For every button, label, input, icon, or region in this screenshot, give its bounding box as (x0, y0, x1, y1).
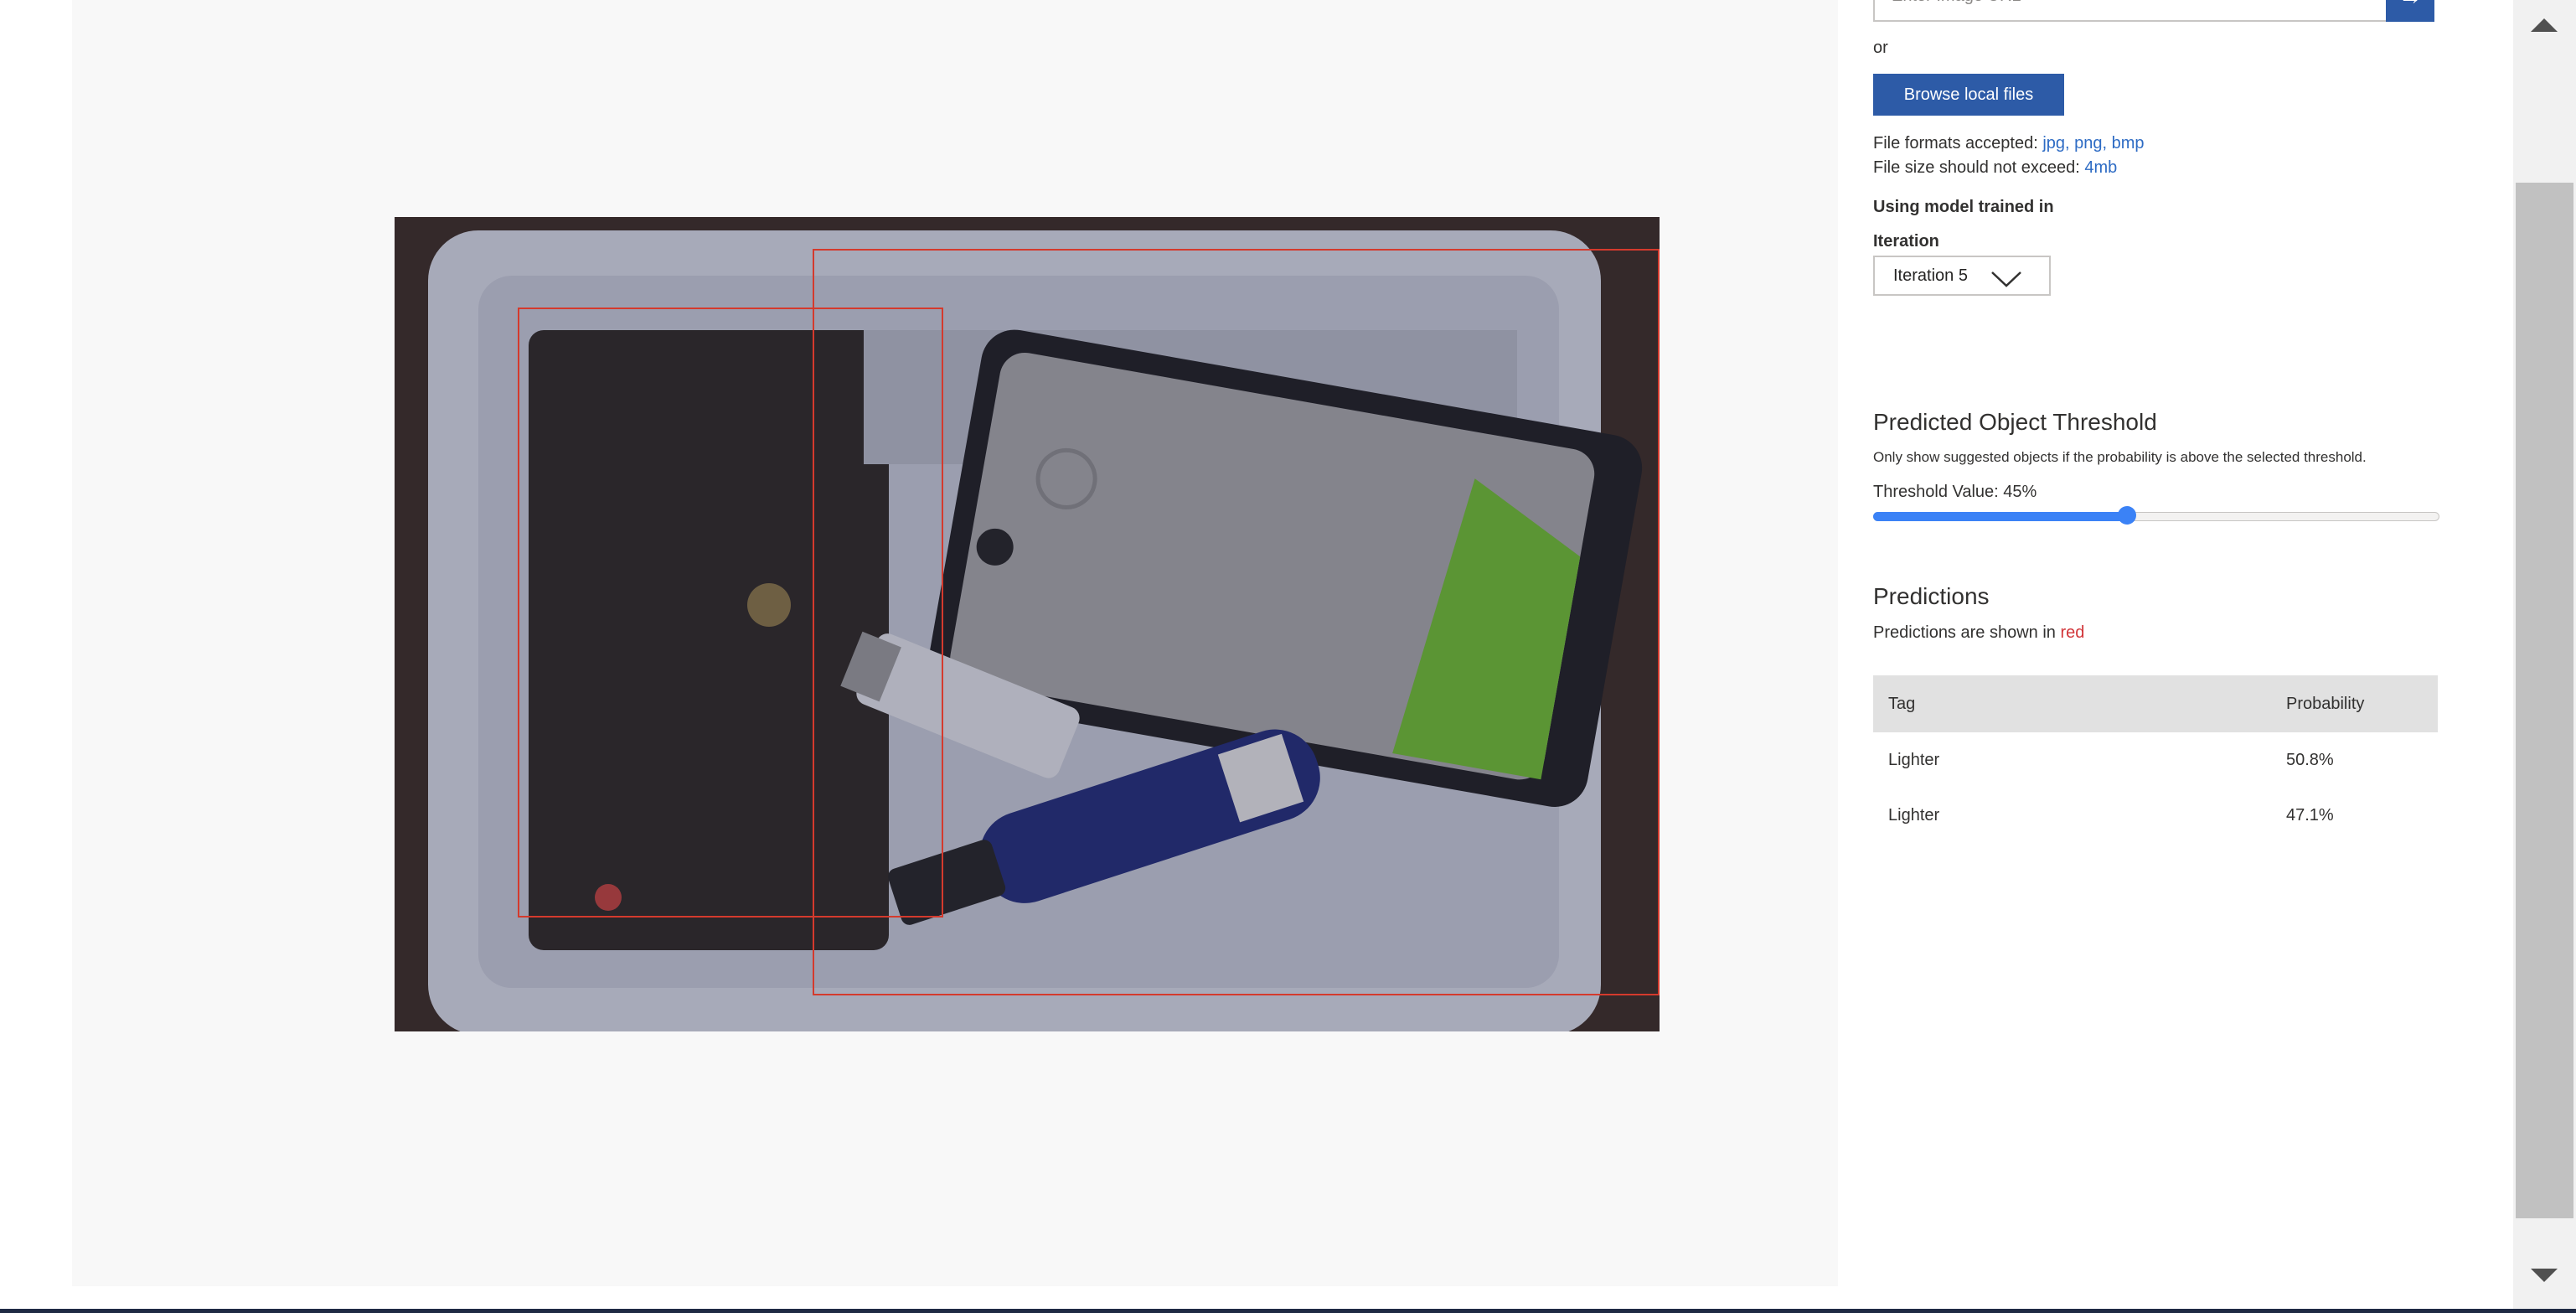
column-header-probability: Probability (2285, 675, 2438, 732)
prediction-tag: Lighter (1888, 805, 1940, 825)
file-formats-line: File formats accepted: jpg, png, bmp (1873, 134, 2145, 153)
chevron-down-icon (1990, 266, 2022, 302)
submit-url-button[interactable]: → (2386, 0, 2434, 22)
predictions-title: Predictions (1873, 583, 1990, 609)
triangle-up-icon (2531, 18, 2558, 32)
file-size-line: File size should not exceed: 4mb (1873, 158, 2117, 178)
threshold-description: Only show suggested objects if the proba… (1873, 449, 2367, 465)
iteration-label: Iteration (1873, 232, 1939, 251)
predictions-table: Tag Probability Lighter 50.8% Lighter 47… (1873, 675, 2438, 843)
arrow-right-icon: → (2398, 0, 2422, 9)
url-row: Enter Image URL → (1873, 0, 2438, 22)
image-preview-pane (72, 0, 1838, 1286)
column-header-tag: Tag (1873, 675, 2285, 732)
model-label: Using model trained in (1873, 198, 2054, 216)
browse-local-files-button[interactable]: Browse local files (1873, 74, 2064, 116)
file-formats-label: File formats accepted: (1873, 134, 2038, 152)
slider-thumb[interactable] (2118, 506, 2136, 525)
scroll-down-button[interactable] (2513, 1250, 2576, 1300)
predictions-note-prefix: Predictions are shown in (1873, 623, 2056, 642)
scroll-thumb[interactable] (2516, 183, 2573, 1218)
prediction-probability: 47.1% (2286, 805, 2334, 825)
table-row[interactable]: Lighter 47.1% (1873, 788, 2438, 843)
predictions-note: Predictions are shown in red (1873, 623, 2084, 643)
image-url-input[interactable]: Enter Image URL (1873, 0, 2388, 22)
prediction-tag: Lighter (1888, 750, 1940, 769)
file-formats-value: jpg, png, bmp (2042, 134, 2145, 152)
file-size-value: 4mb (2084, 158, 2118, 177)
prediction-box (813, 249, 1660, 995)
threshold-value-label: Threshold Value: 45% (1873, 483, 2037, 501)
prediction-panel: Enter Image URL → or Browse local files … (1840, 0, 2576, 1286)
predictions-note-color: red (2060, 623, 2085, 642)
slider-fill (1873, 512, 2127, 521)
threshold-slider[interactable] (1873, 506, 2439, 525)
table-header-row: Tag Probability (1873, 675, 2438, 732)
triangle-down-icon (2531, 1269, 2558, 1282)
threshold-title: Predicted Object Threshold (1873, 409, 2157, 435)
scroll-up-button[interactable] (2513, 0, 2576, 50)
file-size-label: File size should not exceed: (1873, 158, 2080, 177)
window-bottom-edge (0, 1309, 2576, 1313)
iteration-dropdown[interactable]: Iteration 5 (1873, 256, 2051, 296)
prediction-probability: 50.8% (2286, 750, 2334, 769)
or-separator: or (1873, 39, 1888, 57)
test-image (395, 217, 1660, 1031)
table-row[interactable]: Lighter 50.8% (1873, 732, 2438, 788)
iteration-selected-value: Iteration 5 (1893, 266, 1968, 285)
vertical-scrollbar[interactable] (2513, 0, 2576, 1309)
